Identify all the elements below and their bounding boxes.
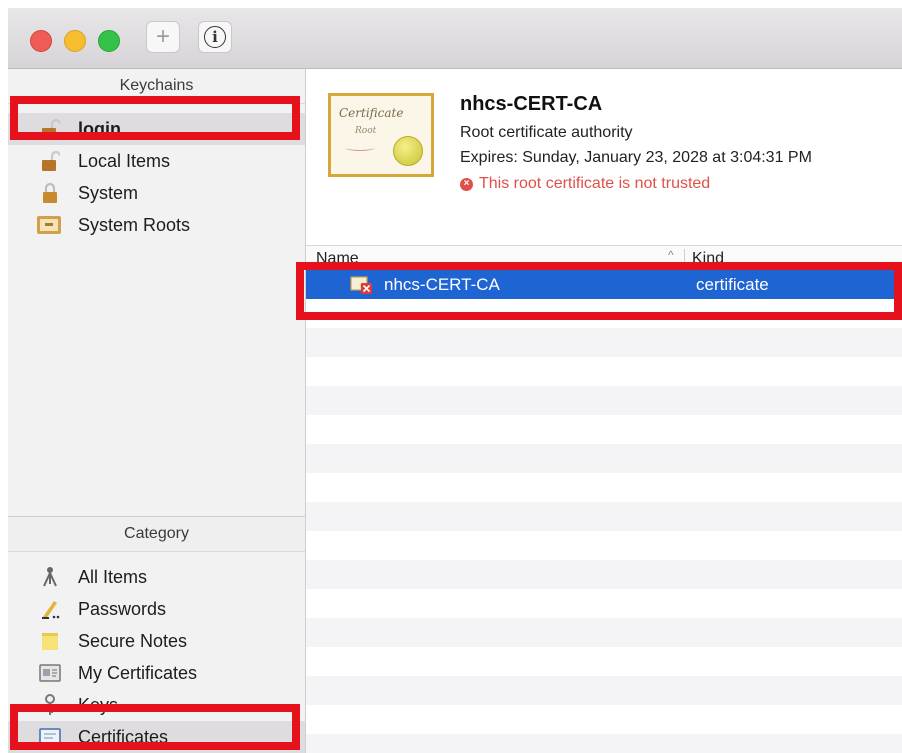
empty-row (306, 676, 902, 705)
key-icon (38, 694, 62, 716)
keychain-window: + i Keychains login Local Items System S… (8, 8, 902, 753)
sidebar-item-label: System (78, 182, 139, 203)
lock-icon (38, 182, 62, 204)
certificate-title: nhcs-CERT-CA (460, 93, 603, 115)
pen-icon (38, 598, 62, 620)
sidebar-item-label: Certificates (78, 726, 169, 747)
warning-text: This root certificate is not trusted (479, 175, 711, 192)
sidebar-item-label: Keys (78, 694, 119, 715)
sidebar-item-label: My Certificates (78, 662, 198, 683)
sort-ascending-icon: ^ (668, 248, 674, 262)
id-card-icon (38, 662, 62, 684)
certificate-trust-warning: × This root certificate is not trusted (460, 175, 710, 193)
empty-row (306, 444, 902, 473)
empty-row (306, 734, 902, 753)
zoom-window-button[interactable] (98, 30, 120, 52)
certificate-thumbnail-icon: Certificate Root (328, 93, 434, 177)
certificate-expiry: Expires: Sunday, January 23, 2028 at 3:0… (460, 149, 812, 166)
sidebar-item-label: All Items (78, 566, 148, 587)
certificate-thumbnail-script-2: Root (355, 126, 377, 136)
empty-row (306, 560, 902, 589)
all-items-icon (38, 566, 62, 588)
sidebar-item-label: login (78, 118, 121, 139)
table-header: Name ^ Kind (306, 245, 902, 271)
close-window-button[interactable] (30, 30, 52, 52)
row-name: nhcs-CERT-CA (384, 275, 500, 294)
sidebar-item-label: Secure Notes (78, 630, 188, 651)
untrusted-certificate-icon (350, 276, 372, 294)
minimize-window-button[interactable] (64, 30, 86, 52)
plus-icon: + (155, 23, 170, 50)
column-header-name[interactable]: Name (316, 250, 359, 268)
keychains-header: Keychains (8, 69, 305, 104)
empty-row (306, 386, 902, 415)
sidebar-item-local-items[interactable]: Local Items (8, 145, 305, 177)
empty-row (306, 328, 902, 357)
sidebar-item-login[interactable]: login (8, 113, 305, 145)
note-icon (38, 630, 62, 652)
category-header: Category (8, 516, 305, 552)
empty-row (306, 502, 902, 531)
main-panel: Certificate Root nhcs-CERT-CA Root certi… (306, 69, 902, 753)
info-icon: i (204, 26, 226, 48)
certificate-subtitle: Root certificate authority (460, 124, 633, 141)
certificate-icon (38, 726, 62, 748)
sidebar-item-system-roots[interactable]: System Roots (8, 209, 305, 241)
column-header-kind[interactable]: Kind (692, 250, 724, 268)
table-row[interactable]: nhcs-CERT-CA certificate (306, 270, 902, 299)
add-item-button[interactable]: + (146, 21, 180, 53)
info-button[interactable]: i (198, 21, 232, 53)
certificate-squiggle (345, 144, 375, 151)
sidebar-item-all-items[interactable]: All Items (8, 561, 305, 593)
sidebar-item-passwords[interactable]: Passwords (8, 593, 305, 625)
empty-row (306, 618, 902, 647)
certificate-thumbnail-script: Certificate (339, 106, 404, 120)
sidebar-item-secure-notes[interactable]: Secure Notes (8, 625, 305, 657)
sidebar-item-certificates[interactable]: Certificates (8, 721, 305, 753)
lock-open-icon (38, 118, 62, 140)
sidebar-item-system[interactable]: System (8, 177, 305, 209)
certificate-list: nhcs-CERT-CA certificate (306, 270, 902, 753)
sidebar-item-label: Local Items (78, 150, 171, 171)
sidebar-item-label: Passwords (78, 598, 167, 619)
sidebar-item-label: System Roots (78, 214, 191, 235)
certificate-seal-icon (393, 136, 423, 166)
column-divider[interactable] (684, 249, 685, 267)
lock-open-icon (38, 150, 62, 172)
cabinet-icon (36, 214, 62, 236)
sidebar-item-my-certificates[interactable]: My Certificates (8, 657, 305, 689)
sidebar-item-keys[interactable]: Keys (8, 689, 305, 721)
error-icon: × (460, 177, 473, 191)
sidebar: Keychains login Local Items System Syste… (8, 69, 306, 753)
toolbar: + i (8, 8, 902, 69)
row-kind: certificate (696, 275, 769, 294)
